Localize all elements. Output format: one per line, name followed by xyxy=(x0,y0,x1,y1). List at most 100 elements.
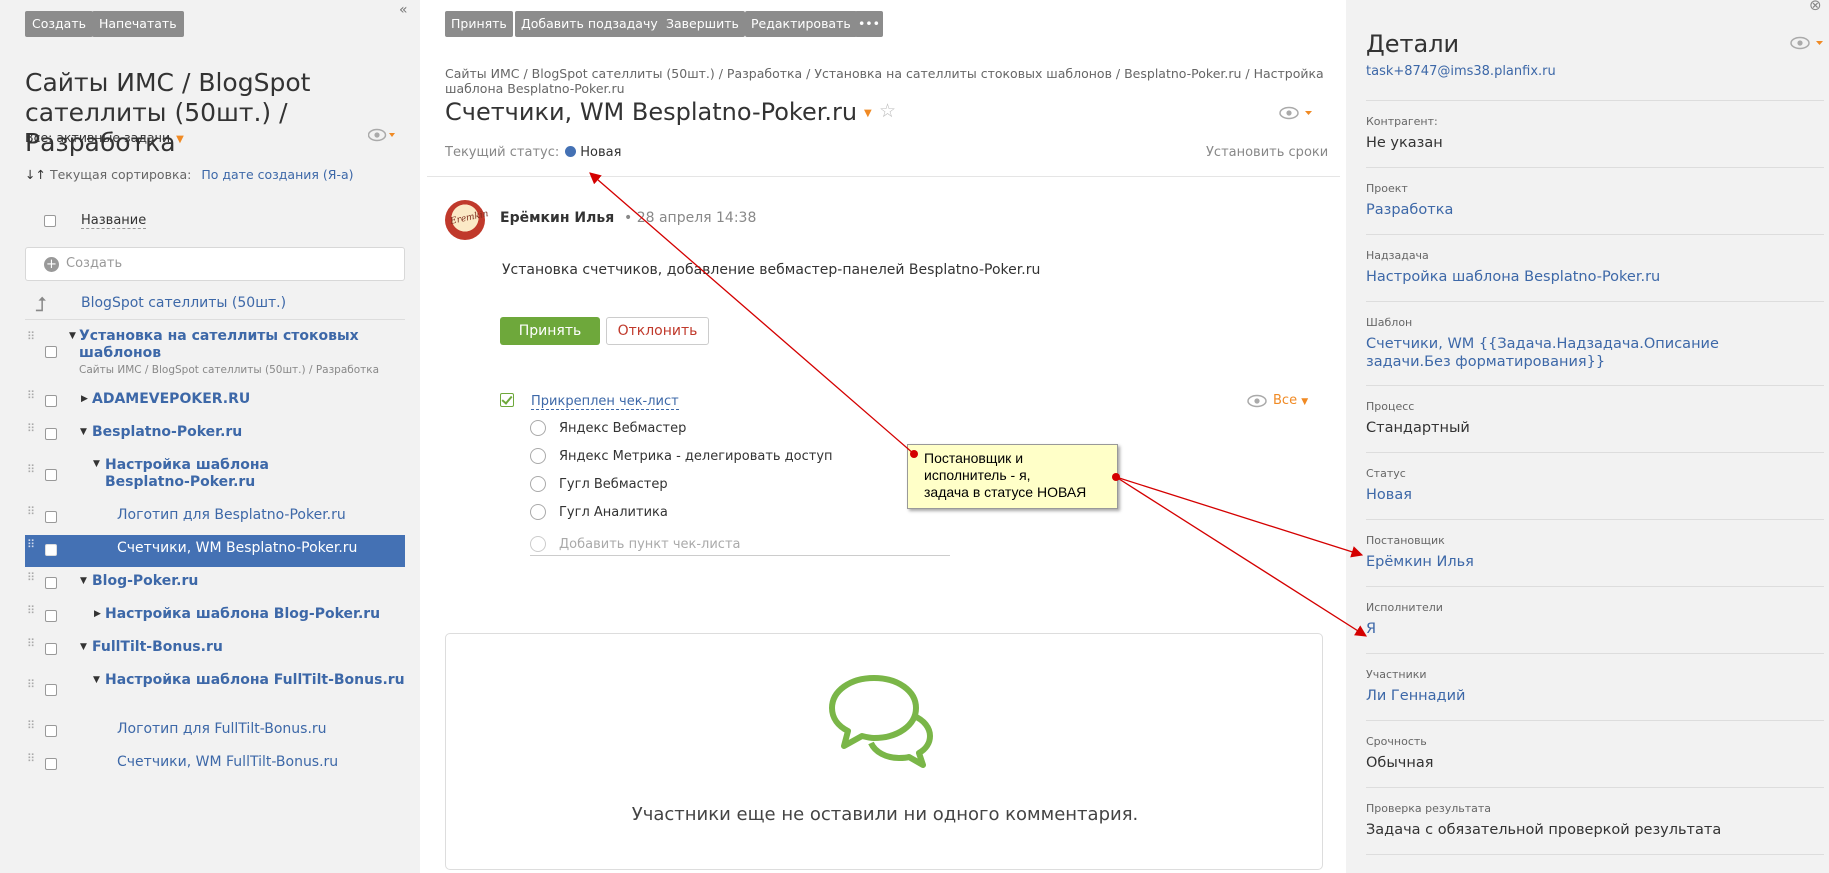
expanded-arrow-icon[interactable]: ▼ xyxy=(80,642,87,652)
row-checkbox[interactable] xyxy=(45,684,57,696)
breadcrumb[interactable]: Сайты ИМС / BlogSpot сателлиты (50шт.) /… xyxy=(445,66,1345,96)
drag-handle-icon[interactable]: ⠿ xyxy=(27,423,35,441)
expanded-arrow-icon[interactable]: ▼ xyxy=(80,427,87,437)
details-eye-icon[interactable] xyxy=(1790,36,1826,54)
collapsed-arrow-icon[interactable]: ▶ xyxy=(81,394,88,404)
tree-item-label[interactable]: Настройка шаблона Besplatno-Poker.ru xyxy=(105,457,355,491)
field-value[interactable]: Ли Геннадий xyxy=(1366,687,1796,705)
drag-handle-icon[interactable]: ⠿ xyxy=(27,331,35,349)
row-checkbox[interactable] xyxy=(45,643,57,655)
tree-item-label[interactable]: Счетчики, WM FullTilt-Bonus.ru xyxy=(117,754,338,771)
tree-item-label[interactable]: Настройка шаблона FullTilt-Bonus.ru xyxy=(105,672,405,689)
tree-row[interactable]: ⠿ Логотип для Besplatno-Poker.ru xyxy=(25,502,405,534)
drag-handle-icon[interactable]: ⠿ xyxy=(27,572,35,590)
author-name[interactable]: Ерёмкин Илья xyxy=(500,210,614,226)
watch-eye-icon[interactable] xyxy=(1279,106,1315,124)
collapse-panel-icon[interactable]: « xyxy=(399,2,408,18)
expanded-arrow-icon[interactable]: ▼ xyxy=(93,459,100,469)
checklist-item-checkbox[interactable] xyxy=(530,448,546,464)
accept-toolbar-button[interactable]: Принять xyxy=(445,11,513,37)
tree-row[interactable]: ⠿ Логотип для FullTilt-Bonus.ru xyxy=(25,716,405,748)
accept-button[interactable]: Принять xyxy=(500,317,600,345)
select-all-checkbox[interactable] xyxy=(44,215,56,227)
edit-button[interactable]: Редактировать xyxy=(745,11,857,37)
task-filter-dropdown[interactable]: Все: активные задачи ▼ xyxy=(25,130,184,145)
drag-handle-icon[interactable]: ⠿ xyxy=(27,638,35,656)
parent-task-row[interactable]: ⮥ BlogSpot сателлиты (50шт.) xyxy=(25,290,405,320)
field-value[interactable]: Новая xyxy=(1366,486,1796,504)
checklist-eye-icon[interactable] xyxy=(1247,394,1267,412)
row-checkbox[interactable] xyxy=(45,469,57,481)
row-checkbox[interactable] xyxy=(45,577,57,589)
chevron-down-icon[interactable]: ▼ xyxy=(864,108,872,119)
tree-item-label[interactable]: Счетчики, WM Besplatno-Poker.ru xyxy=(117,540,357,557)
tree-item-label[interactable]: Логотип для Besplatno-Poker.ru xyxy=(117,507,346,524)
row-checkbox[interactable] xyxy=(45,544,57,556)
row-checkbox[interactable] xyxy=(45,395,57,407)
print-button[interactable]: Напечатать xyxy=(92,11,184,37)
checklist-item-checkbox[interactable] xyxy=(530,476,546,492)
tree-row-selected[interactable]: ⠿ Счетчики, WM Besplatno-Poker.ru xyxy=(25,535,405,567)
set-deadline-link[interactable]: Установить сроки xyxy=(1206,145,1328,160)
decline-button[interactable]: Отклонить xyxy=(606,317,709,345)
tree-item-label[interactable]: Blog-Poker.ru xyxy=(92,573,198,590)
field-value: Стандартный xyxy=(1366,420,1470,436)
avatar[interactable]: Eremkin xyxy=(445,200,489,240)
close-icon[interactable]: ⊗ xyxy=(1809,0,1822,14)
tree-row[interactable]: ⠿ ▼ Besplatno-Poker.ru xyxy=(25,419,405,451)
field-value[interactable]: Счетчики, WM {{Задача.Надзадача.Описание… xyxy=(1366,335,1796,371)
drag-handle-icon[interactable]: ⠿ xyxy=(27,506,35,524)
task-email-link[interactable]: task+8747@ims38.planfix.ru xyxy=(1366,64,1746,78)
tree-row[interactable]: ⠿ ▶ ADAMEVEPOKER.RU xyxy=(25,386,405,418)
tree-item-label[interactable]: FullTilt-Bonus.ru xyxy=(92,639,223,656)
field-value[interactable]: Настройка шаблона Besplatno-Poker.ru xyxy=(1366,268,1796,286)
field-value[interactable]: Я xyxy=(1366,620,1796,638)
row-checkbox[interactable] xyxy=(45,758,57,770)
collapsed-arrow-icon[interactable]: ▶ xyxy=(94,609,101,619)
tree-item-label[interactable]: Логотип для FullTilt-Bonus.ru xyxy=(117,721,327,738)
drag-handle-icon[interactable]: ⠿ xyxy=(27,539,35,557)
checklist-item-checkbox[interactable] xyxy=(530,420,546,436)
row-checkbox[interactable] xyxy=(45,428,57,440)
drag-handle-icon[interactable]: ⠿ xyxy=(27,720,35,738)
drag-handle-icon[interactable]: ⠿ xyxy=(27,605,35,623)
checklist-filter-dropdown[interactable]: Все ▼ xyxy=(1273,393,1308,408)
tree-row[interactable]: ⠿ ▼ Настройка шаблона Besplatno-Poker.ru xyxy=(25,453,405,499)
create-button[interactable]: Создать xyxy=(25,11,93,37)
field-value[interactable]: Разработка xyxy=(1366,201,1796,219)
row-checkbox[interactable] xyxy=(45,610,57,622)
drag-handle-icon[interactable]: ⠿ xyxy=(27,464,35,482)
expanded-arrow-icon[interactable]: ▼ xyxy=(80,576,87,586)
expanded-arrow-icon[interactable]: ▼ xyxy=(69,331,76,341)
row-checkbox[interactable] xyxy=(45,725,57,737)
tree-row[interactable]: ⠿ ▼ FullTilt-Bonus.ru xyxy=(25,634,405,666)
tree-item-label[interactable]: ADAMEVEPOKER.RU xyxy=(92,391,250,408)
tree-item-label[interactable]: Установка на сателлиты стоковых шаблонов xyxy=(79,328,379,362)
name-column-header[interactable]: Название xyxy=(81,213,147,229)
add-checklist-item-input[interactable]: Добавить пункт чек-листа xyxy=(530,536,950,556)
drag-handle-icon[interactable]: ⠿ xyxy=(27,679,35,697)
checklist-item-checkbox[interactable] xyxy=(530,504,546,520)
parent-task-link[interactable]: BlogSpot сателлиты (50шт.) xyxy=(81,295,286,311)
drag-handle-icon[interactable]: ⠿ xyxy=(27,390,35,408)
tree-row[interactable]: ⠿ ▼ Установка на сателлиты стоковых шабл… xyxy=(25,327,405,383)
star-icon[interactable]: ☆ xyxy=(879,100,896,122)
more-actions-button[interactable]: ••• xyxy=(855,11,883,37)
field-value[interactable]: Ерёмкин Илья xyxy=(1366,553,1796,571)
finish-button[interactable]: Завершить xyxy=(660,11,745,37)
drag-handle-icon[interactable]: ⠿ xyxy=(27,753,35,771)
row-checkbox[interactable] xyxy=(45,511,57,523)
tree-row[interactable]: ⠿ ▼ Настройка шаблона FullTilt-Bonus.ru xyxy=(25,667,405,711)
row-checkbox[interactable] xyxy=(45,346,57,358)
tree-item-label[interactable]: Besplatno-Poker.ru xyxy=(92,424,242,441)
expanded-arrow-icon[interactable]: ▼ xyxy=(93,675,100,685)
create-task-input[interactable]: + Создать xyxy=(25,247,405,281)
add-subtask-button[interactable]: Добавить подзадачу xyxy=(515,11,664,37)
sort-value-link[interactable]: По дате создания (Я-а) xyxy=(201,167,353,182)
tree-row[interactable]: ⠿ ▶ Настройка шаблона Blog-Poker.ru xyxy=(25,601,405,633)
tree-item-label[interactable]: Настройка шаблона Blog-Poker.ru xyxy=(105,606,380,623)
tree-row[interactable]: ⠿ Счетчики, WM FullTilt-Bonus.ru xyxy=(25,749,405,781)
checklist-title[interactable]: Прикреплен чек-лист xyxy=(531,394,679,410)
tree-row[interactable]: ⠿ ▼ Blog-Poker.ru xyxy=(25,568,405,600)
view-settings-eye-icon[interactable] xyxy=(367,128,396,146)
